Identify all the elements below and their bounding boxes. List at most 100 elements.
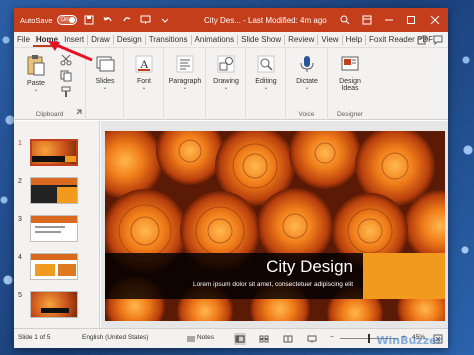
- share-icon[interactable]: [416, 34, 428, 46]
- font-label: Font: [136, 78, 151, 85]
- reading-view-icon[interactable]: [282, 333, 294, 345]
- chevron-down-icon: ⌄: [102, 85, 108, 91]
- clipboard-label: Clipboard: [35, 111, 64, 118]
- thumbnail-number: 1: [18, 140, 22, 147]
- save-icon[interactable]: [82, 13, 96, 27]
- winbuzzer-watermark: WinBuzzer: [376, 334, 442, 347]
- language-indicator[interactable]: English (United States): [82, 334, 148, 341]
- format-painter-icon[interactable]: [60, 86, 72, 100]
- thumbnail-number: 4: [18, 254, 22, 261]
- notes-button[interactable]: Notes: [197, 334, 214, 341]
- slide-title[interactable]: City Design: [266, 257, 353, 277]
- thumbnail-number: 5: [18, 292, 22, 299]
- design-ideas-label-2: Ideas: [341, 85, 359, 92]
- dictate-button[interactable]: Dictate ⌄: [289, 54, 325, 91]
- designer-group: Design Ideas Designer: [328, 48, 372, 120]
- chevron-down-icon: ⌄: [223, 85, 229, 91]
- zoom-out-icon[interactable]: −: [330, 334, 334, 341]
- autosave-label: AutoSave: [20, 15, 53, 25]
- paragraph-icon: [166, 54, 204, 76]
- paragraph-label: Paragraph: [168, 78, 202, 85]
- minimize-icon[interactable]: [378, 8, 400, 32]
- autosave-toggle[interactable]: On: [56, 15, 77, 25]
- voice-label: Voice: [298, 111, 315, 118]
- slide-title-box[interactable]: City Design Lorem ipsum dolor sit amet, …: [105, 253, 363, 299]
- tab-file[interactable]: File: [14, 33, 33, 47]
- slide-thumbnail[interactable]: 4: [14, 253, 100, 287]
- autosave-state: On: [60, 17, 69, 23]
- clipboard-group: Paste ⌄ Clipboard: [14, 48, 86, 120]
- tab-help[interactable]: Help: [343, 33, 365, 47]
- ribbon-tabs: File Home Insert Draw Design Transitions…: [14, 32, 448, 48]
- editing-group: Editing ⌄: [246, 48, 286, 120]
- zoom-slider-thumb[interactable]: [368, 334, 370, 343]
- ribbon-display-icon[interactable]: [356, 8, 378, 32]
- current-slide[interactable]: City Design Lorem ipsum dolor sit amet, …: [105, 131, 445, 321]
- slide-thumbnail[interactable]: 2: [14, 177, 100, 211]
- slides-group: Slides ⌄: [86, 48, 124, 120]
- present-icon[interactable]: [139, 13, 153, 27]
- tab-transitions[interactable]: Transitions: [146, 33, 191, 47]
- tab-design[interactable]: Design: [114, 33, 145, 47]
- chevron-down-icon: ⌄: [304, 85, 310, 91]
- normal-view-icon[interactable]: [234, 333, 246, 345]
- find-icon: [248, 54, 284, 76]
- slide-thumbnail[interactable]: 5: [14, 291, 100, 325]
- font-icon: A: [127, 54, 161, 76]
- design-ideas-button[interactable]: Design Ideas: [331, 54, 369, 92]
- slideshow-icon[interactable]: [306, 333, 318, 345]
- designer-label: Designer: [336, 111, 363, 118]
- tab-home[interactable]: Home: [32, 33, 62, 47]
- slide-editor-canvas: City Design Lorem ipsum dolor sit amet, …: [101, 121, 448, 328]
- drawing-button[interactable]: Drawing ⌄: [208, 54, 244, 91]
- dictate-label: Dictate: [296, 78, 318, 85]
- tab-draw[interactable]: Draw: [88, 33, 113, 47]
- thumbnail-number: 2: [18, 178, 22, 185]
- accent-rectangle[interactable]: [363, 253, 445, 299]
- slides-button[interactable]: Slides ⌄: [88, 54, 122, 91]
- maximize-icon[interactable]: [400, 8, 422, 32]
- notes-icon[interactable]: [185, 333, 197, 345]
- redo-icon[interactable]: [120, 13, 134, 27]
- title-bar: AutoSave On City Des... - Last Modified:…: [14, 8, 448, 32]
- microphone-icon: [289, 54, 325, 76]
- shapes-icon: [208, 54, 244, 76]
- paste-button[interactable]: Paste ⌄: [20, 54, 52, 93]
- paragraph-button[interactable]: Paragraph ⌄: [166, 54, 204, 91]
- close-icon[interactable]: [422, 8, 448, 32]
- window-title: City Des... - Last Modified: 4m ago: [204, 15, 327, 25]
- chevron-down-icon: ⌄: [182, 85, 188, 91]
- design-ideas-icon: [331, 54, 369, 76]
- tab-insert[interactable]: Insert: [61, 33, 87, 47]
- drawing-label: Drawing: [213, 78, 239, 85]
- tab-slide-show[interactable]: Slide Show: [238, 33, 284, 47]
- paste-label: Paste: [27, 80, 45, 87]
- undo-icon[interactable]: [101, 13, 115, 27]
- cut-icon[interactable]: [60, 54, 72, 68]
- slide-thumbnail[interactable]: 3: [14, 215, 100, 249]
- comments-icon[interactable]: [432, 34, 444, 46]
- voice-group: Dictate ⌄ Voice: [286, 48, 328, 120]
- chevron-down-icon: ⌄: [263, 85, 269, 91]
- slide-counter: Slide 1 of 5: [18, 334, 51, 341]
- drawing-group: Drawing ⌄: [206, 48, 246, 120]
- thumbnail-image: [30, 215, 78, 242]
- svg-text:A: A: [140, 57, 149, 71]
- slide-sorter-icon[interactable]: [258, 333, 270, 345]
- font-button[interactable]: A Font ⌄: [127, 54, 161, 91]
- editing-button[interactable]: Editing ⌄: [248, 54, 284, 91]
- tab-review[interactable]: Review: [285, 33, 317, 47]
- copy-icon[interactable]: [60, 70, 72, 84]
- slide-thumbnail[interactable]: 1: [14, 139, 100, 173]
- dialog-launcher-icon[interactable]: [76, 108, 82, 117]
- search-icon[interactable]: [334, 8, 356, 32]
- editing-label: Editing: [255, 78, 277, 85]
- thumbnail-image: [30, 253, 78, 280]
- tab-animations[interactable]: Animations: [192, 33, 238, 47]
- tab-view[interactable]: View: [318, 33, 341, 47]
- powerpoint-window: AutoSave On City Des... - Last Modified:…: [14, 8, 448, 348]
- customize-toolbar-icon[interactable]: [158, 13, 172, 27]
- slide-subtitle[interactable]: Lorem ipsum dolor sit amet, consectetuer…: [193, 281, 353, 288]
- thumbnail-image: [30, 177, 78, 204]
- design-ideas-label-1: Design: [339, 78, 361, 85]
